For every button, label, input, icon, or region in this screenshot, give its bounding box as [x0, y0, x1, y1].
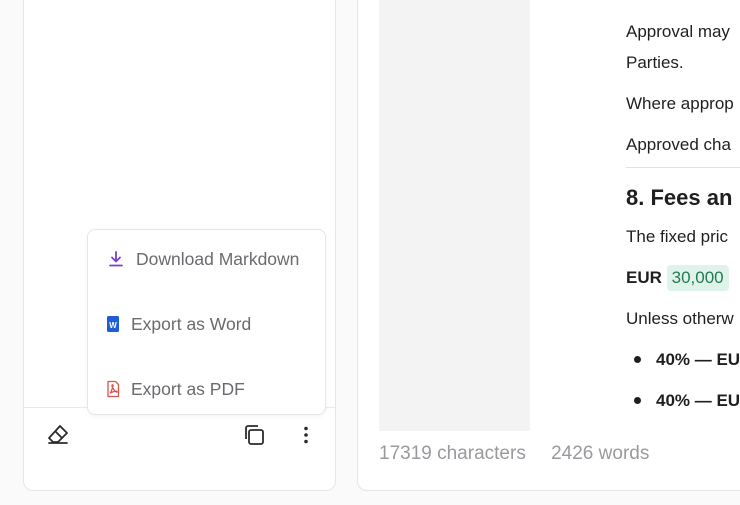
- export-pdf-item[interactable]: Export as PDF: [88, 367, 325, 411]
- download-markdown-item[interactable]: Download Markdown: [88, 237, 325, 281]
- document-status-bar: 17319 characters 2426 words: [379, 443, 649, 465]
- eraser-icon: [46, 422, 70, 451]
- pdf-icon: [102, 378, 124, 400]
- document-preview-panel: Approval may Parties. Where approp Appro…: [357, 0, 740, 491]
- svg-text:W: W: [109, 321, 117, 330]
- document-line: Where approp: [626, 94, 734, 113]
- word-count: 2426 words: [551, 443, 650, 464]
- copy-button[interactable]: [240, 423, 268, 451]
- export-menu: Download Markdown W Export as Word Expor…: [87, 229, 326, 415]
- copy-icon: [242, 423, 266, 452]
- character-count: 17319 characters: [379, 443, 526, 464]
- word-icon: W: [102, 313, 124, 335]
- document-line: Parties.: [626, 53, 684, 72]
- bullet-item: 40% — EU: [626, 385, 740, 416]
- export-pdf-label: Export as PDF: [131, 378, 245, 399]
- export-word-item[interactable]: W Export as Word: [88, 302, 325, 346]
- bullet-item: 40% — EU: [626, 344, 740, 375]
- more-button[interactable]: [292, 423, 320, 451]
- document-line: Approved cha: [626, 135, 731, 154]
- more-vertical-icon: [294, 423, 318, 452]
- document-area[interactable]: Approval may Parties. Where approp Appro…: [379, 0, 740, 431]
- download-markdown-label: Download Markdown: [136, 248, 300, 269]
- section-divider: [626, 167, 740, 168]
- document-line: Approval may: [626, 22, 730, 41]
- amount-value-chip: 30,000: [666, 265, 729, 291]
- clear-button[interactable]: [44, 422, 72, 450]
- section-heading: 8. Fees an: [626, 185, 733, 210]
- amount-currency: EUR: [626, 268, 662, 287]
- amount-line: EUR 30,000: [626, 262, 740, 293]
- price-line: The fixed pric: [626, 227, 729, 246]
- document-page: Approval may Parties. Where approp Appro…: [530, 0, 740, 431]
- export-word-label: Export as Word: [131, 313, 252, 334]
- download-icon: [105, 248, 127, 270]
- unless-line: Unless otherw: [626, 309, 734, 328]
